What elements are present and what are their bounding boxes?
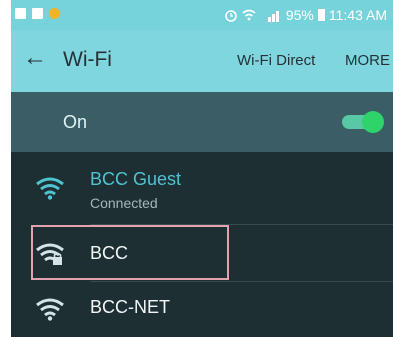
- battery-icon: [317, 9, 325, 21]
- network-name: BCC Guest: [90, 169, 182, 189]
- toggle-knob: [362, 111, 384, 133]
- page-title: Wi-Fi: [63, 48, 112, 71]
- wifi-status-icon: [242, 9, 256, 21]
- app-toolbar: ← Wi-Fi Wi-Fi Direct MORE: [11, 30, 393, 92]
- clock: 11:43 AM: [328, 7, 387, 23]
- network-name: BCC-NET: [90, 297, 170, 317]
- battery-percent: 95%: [285, 7, 314, 23]
- wifi-master-switch-row[interactable]: On: [11, 92, 393, 152]
- notification-icons: [15, 8, 60, 19]
- alarm-icon: [225, 10, 237, 22]
- network-status: Connected: [90, 195, 158, 211]
- wifi-signal-icon: [36, 177, 64, 200]
- highlight-box: [31, 225, 229, 280]
- wifi-signal-icon: [36, 298, 64, 321]
- wifi-state-label: On: [63, 112, 88, 132]
- network-item-bcc-net[interactable]: BCC-NET: [11, 282, 393, 337]
- status-right: 95% 11:43 AM: [224, 7, 387, 23]
- wifi-toggle[interactable]: [342, 111, 384, 133]
- wifi-direct-button[interactable]: Wi-Fi Direct: [237, 52, 315, 69]
- phone-screen: 95% 11:43 AM ← Wi-Fi Wi-Fi Direct MORE O…: [11, 0, 393, 337]
- message-notification-icon: [32, 8, 43, 19]
- image-notification-icon: [15, 8, 26, 19]
- lte-signal-icon: [267, 11, 279, 22]
- weather-icon: [49, 8, 60, 19]
- network-item-bcc-guest[interactable]: BCC Guest Connected: [11, 152, 393, 224]
- back-arrow-icon[interactable]: ←: [23, 46, 47, 70]
- more-button[interactable]: MORE: [345, 52, 390, 69]
- status-bar: 95% 11:43 AM: [11, 0, 393, 30]
